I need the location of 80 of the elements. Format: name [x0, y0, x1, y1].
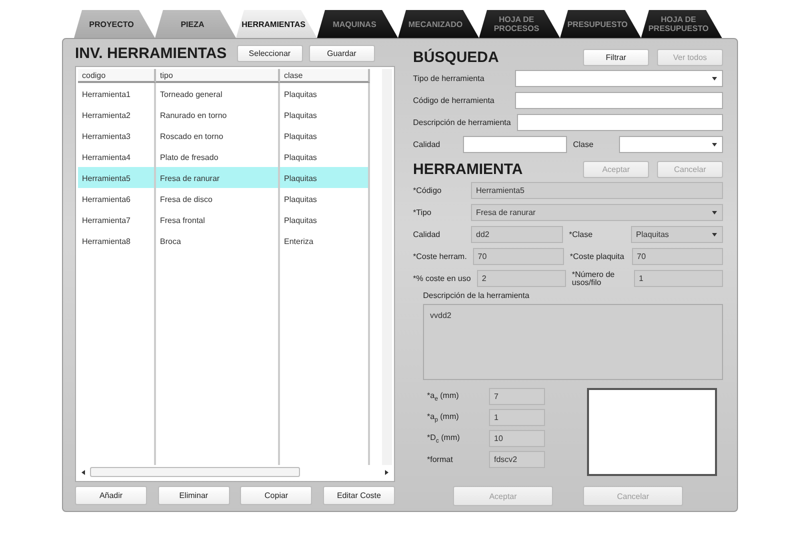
- table-cell[interactable]: Herramienta1: [78, 83, 156, 104]
- dropdown-arrow-icon[interactable]: [710, 75, 719, 82]
- input-field[interactable]: 70: [472, 248, 564, 265]
- field-label: *D$_{c}$ (mm): [427, 432, 461, 444]
- action-button[interactable]: Copiar: [240, 486, 312, 505]
- table-cell[interactable]: Herramienta2: [78, 104, 156, 125]
- column-header[interactable]: codigo: [78, 69, 156, 83]
- action-button[interactable]: Guardar: [308, 45, 375, 62]
- table-cell[interactable]: Ranurado en torno: [156, 104, 280, 125]
- table-cell[interactable]: Fresa de ranurar: [156, 167, 280, 188]
- scrollbar-thumb[interactable]: [90, 467, 300, 477]
- table-cell[interactable]: Herramienta3: [78, 125, 156, 146]
- column-header[interactable]: clase: [280, 69, 370, 83]
- field-label: Clase: [573, 140, 594, 149]
- field-label: Calidad: [413, 230, 442, 239]
- input-field[interactable]: fdscv2: [489, 451, 545, 468]
- dropdown-arrow-icon[interactable]: [710, 209, 719, 216]
- tab[interactable]: HERRAMIENTAS: [236, 10, 317, 38]
- table-cell[interactable]: Roscado en torno: [156, 125, 280, 146]
- table-cell[interactable]: Enteriza: [280, 230, 370, 251]
- input-field[interactable]: 1: [634, 270, 723, 287]
- scroll-left-icon[interactable]: [80, 468, 87, 476]
- field-label: Tipo de herramienta: [413, 74, 486, 83]
- field-label: Descripción de herramienta: [413, 118, 511, 127]
- action-button[interactable]: Eliminar: [158, 486, 230, 505]
- table-cell[interactable]: Herramienta5: [78, 167, 156, 188]
- field-label: *format: [427, 455, 454, 464]
- table-cell[interactable]: Torneado general: [156, 83, 280, 104]
- table-cell[interactable]: Plaquitas: [280, 167, 370, 188]
- table-cell[interactable]: Herramienta7: [78, 209, 156, 230]
- dropdown-field[interactable]: [515, 70, 723, 87]
- field-label: Descripción de la herramienta: [422, 291, 530, 300]
- input-field[interactable]: [463, 136, 567, 153]
- field-label: *a$_{e}$ (mm): [427, 390, 460, 402]
- field-label: *Tipo: [413, 208, 432, 217]
- action-button[interactable]: Añadir: [75, 486, 147, 505]
- table-cell[interactable]: Plaquitas: [280, 104, 370, 125]
- panel-title: INV. HERRAMIENTAS: [75, 45, 227, 62]
- field-label: *Coste herram.: [413, 252, 467, 261]
- field-label: *Coste plaquita: [570, 252, 626, 260]
- input-field[interactable]: [515, 92, 723, 109]
- scroll-right-icon[interactable]: [383, 468, 390, 476]
- section-title: BÚSQUEDA: [413, 49, 499, 66]
- field-label: *% coste en uso: [413, 274, 471, 283]
- input-field[interactable]: dd2: [471, 226, 563, 243]
- tab[interactable]: PIEZA: [155, 10, 236, 38]
- input-field[interactable]: 1: [489, 409, 545, 426]
- column-header[interactable]: tipo: [156, 69, 280, 83]
- action-button[interactable]: Seleccionar: [236, 45, 303, 62]
- input-field[interactable]: 2: [476, 270, 566, 287]
- input-field[interactable]: Herramienta5: [471, 182, 723, 199]
- dropdown-field[interactable]: Plaquitas: [631, 226, 723, 243]
- field-label: *Clase: [569, 230, 594, 238]
- section-title: HERRAMIENTA: [413, 161, 523, 178]
- input-field[interactable]: 70: [632, 248, 724, 265]
- table-cell[interactable]: Plaquitas: [280, 83, 370, 104]
- field-label: *a$_{p}$ (mm): [427, 412, 460, 424]
- input-field[interactable]: 10: [489, 430, 545, 447]
- action-button[interactable]: Editar Coste: [322, 486, 395, 505]
- table-cell[interactable]: Plaquitas: [280, 188, 370, 209]
- dropdown-field[interactable]: Fresa de ranurar: [471, 204, 723, 221]
- dropdown-arrow-icon[interactable]: [710, 141, 719, 148]
- input-field[interactable]: [516, 114, 723, 131]
- action-button[interactable]: Filtrar: [583, 49, 649, 66]
- field-label: Calidad: [413, 140, 442, 149]
- table-cell[interactable]: Plaquitas: [280, 209, 370, 230]
- input-field[interactable]: 7: [489, 388, 545, 405]
- table-cell[interactable]: Broca: [156, 230, 280, 251]
- table-cell[interactable]: Fresa de disco: [156, 188, 280, 209]
- table-cell[interactable]: Herramienta8: [78, 230, 156, 251]
- table-cell[interactable]: Fresa frontal: [156, 209, 280, 230]
- dropdown-field[interactable]: [619, 136, 723, 153]
- table-cell[interactable]: Plaquitas: [280, 125, 370, 146]
- dropdown-arrow-icon[interactable]: [710, 231, 719, 238]
- table-cell[interactable]: Herramienta6: [78, 188, 156, 209]
- tab[interactable]: PROYECTO: [74, 10, 155, 38]
- field-label: *Código: [413, 186, 442, 195]
- description-textarea[interactable]: vvdd2: [423, 304, 723, 380]
- field-label: Código de herramienta: [413, 96, 496, 105]
- field-label: *Número de usos/filo: [572, 270, 616, 286]
